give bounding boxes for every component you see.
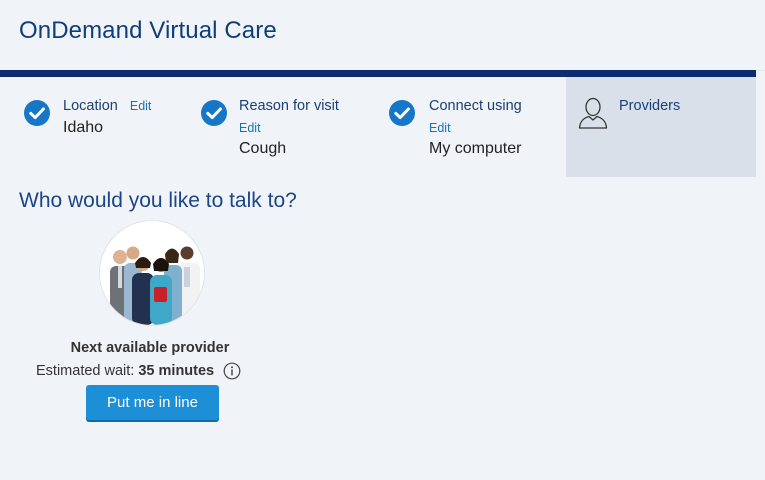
step-reason-edit-link[interactable]: Edit [239, 121, 261, 135]
info-icon[interactable] [223, 362, 241, 380]
provider-group-image [100, 221, 204, 325]
wait-label: Estimated wait: [36, 362, 135, 379]
step-providers-label: Providers [619, 98, 681, 114]
header-accent-bar [0, 70, 756, 77]
step-connect-label: Connect using [429, 98, 522, 114]
page-question: Who would you like to talk to? [19, 189, 297, 212]
step-location: Location Edit Idaho [0, 77, 190, 177]
user-outline-icon [578, 97, 608, 129]
step-reason-value: Cough [239, 140, 287, 157]
step-reason: Reason for visit Edit Cough [190, 77, 380, 177]
check-circle-icon [389, 100, 415, 126]
estimated-wait: Estimated wait: 35 minutes [36, 362, 241, 380]
provider-title: Next available provider [70, 340, 230, 356]
check-circle-icon [201, 100, 227, 126]
step-location-value: Idaho [63, 119, 104, 136]
step-connect: Connect using Edit My computer [380, 77, 566, 177]
app-title: OnDemand Virtual Care [19, 17, 277, 44]
step-reason-label: Reason for visit [239, 98, 339, 114]
step-connect-value: My computer [429, 140, 522, 157]
progress-steps: Location Edit Idaho Reason for visit Edi… [0, 77, 765, 177]
app-header: OnDemand Virtual Care [0, 0, 765, 71]
step-location-label: Location [63, 98, 118, 114]
put-me-in-line-button[interactable]: Put me in line [86, 385, 219, 420]
check-circle-icon [24, 100, 50, 126]
step-location-edit-link[interactable]: Edit [130, 99, 152, 113]
provider-group-avatar[interactable] [100, 221, 204, 325]
wait-value: 35 minutes [138, 362, 215, 379]
step-connect-edit-link[interactable]: Edit [429, 121, 451, 135]
step-providers: Providers [566, 77, 756, 177]
